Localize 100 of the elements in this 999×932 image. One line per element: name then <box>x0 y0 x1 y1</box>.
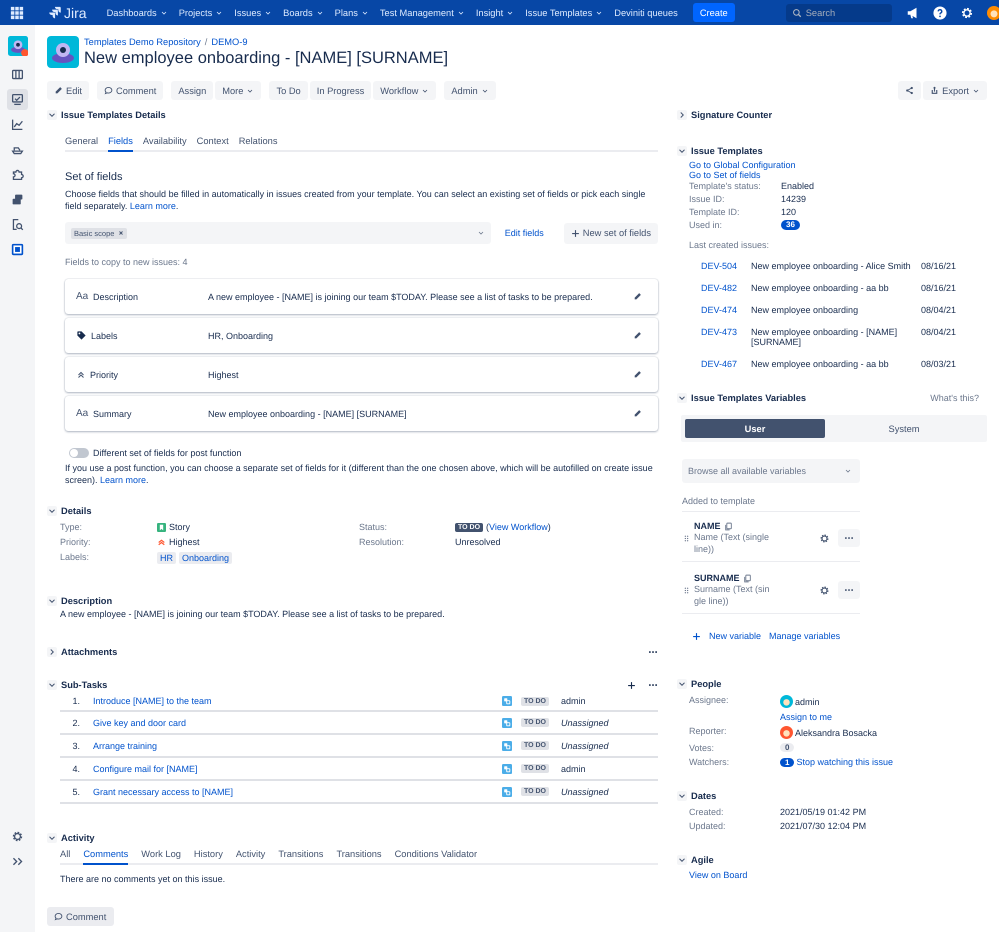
add-icon[interactable] <box>627 680 636 690</box>
variables-dropdown[interactable]: Browse all available variables <box>682 459 860 483</box>
learn-more-link[interactable]: Learn more <box>130 201 176 211</box>
configuration-link[interactable]: Go to Set of fields <box>689 170 987 180</box>
nav-menu[interactable]: Projects <box>178 8 224 18</box>
nav-menu[interactable]: Plans <box>334 8 369 18</box>
nav-menu[interactable]: Insight <box>476 8 514 18</box>
field-value: Highest <box>208 370 240 380</box>
edit-fields-link[interactable]: Edit fields <box>504 228 544 238</box>
toggle-switch[interactable] <box>69 448 89 458</box>
settings-icon[interactable] <box>960 6 974 20</box>
subtask-link[interactable]: Introduce [NAME] to the team <box>93 696 502 706</box>
breadcrumb-link[interactable]: DEMO-9 <box>211 37 248 47</box>
tab[interactable]: Activity <box>236 849 266 865</box>
tab[interactable]: Transitions <box>278 849 324 865</box>
avatar-icon[interactable] <box>986 6 999 20</box>
chevron-down-icon[interactable] <box>47 596 57 606</box>
new-variable-link[interactable]: New variable <box>709 631 762 641</box>
toolbar-button[interactable]: More <box>215 81 262 100</box>
issue-key-link[interactable]: DEV-504 <box>701 261 751 271</box>
nav-menu[interactable]: Deviniti queues <box>614 8 678 18</box>
settings-icon[interactable] <box>819 584 830 596</box>
tab[interactable]: User <box>685 419 825 438</box>
remove-icon[interactable] <box>118 230 124 236</box>
tab[interactable]: All <box>60 849 70 865</box>
tab[interactable]: Conditions Validator <box>394 849 478 865</box>
toolbar-button[interactable]: Export <box>923 81 987 100</box>
toolbar-button[interactable]: Assign <box>171 81 214 100</box>
new-set-button[interactable]: New set of fields <box>564 222 658 244</box>
chevron-down-icon[interactable] <box>47 110 57 120</box>
chevron-down-icon[interactable] <box>677 393 687 403</box>
copy-icon[interactable] <box>742 574 752 582</box>
chevron-down-icon[interactable] <box>47 833 57 843</box>
chevron-right-icon[interactable] <box>47 647 57 657</box>
subtask-link[interactable]: Grant necessary access to [NAME] <box>93 786 502 796</box>
view-workflow-link[interactable]: View Workflow <box>489 522 548 532</box>
toolbar-button[interactable]: In Progress <box>310 81 372 100</box>
tab[interactable]: System <box>825 419 983 438</box>
tab[interactable]: Relations <box>238 136 278 152</box>
caret-icon <box>456 8 465 16</box>
toolbar-button[interactable]: Admin <box>444 81 496 100</box>
chevron-down-icon[interactable] <box>47 680 57 690</box>
toolbar-button[interactable]: To Do <box>269 81 308 100</box>
monitor-icon[interactable] <box>7 89 28 110</box>
create-button[interactable]: Create <box>692 3 735 22</box>
assign-to-me-link[interactable]: Assign to me <box>780 712 987 722</box>
configuration-link[interactable]: Go to Global Configuration <box>689 160 987 170</box>
copy-icon[interactable] <box>724 522 732 530</box>
share-button[interactable] <box>898 81 922 100</box>
manage-variables-link[interactable]: Manage variables <box>769 631 840 641</box>
comment-button[interactable]: Comment <box>47 907 114 926</box>
app-switcher-icon[interactable] <box>10 6 24 20</box>
search-field[interactable]: Search <box>786 4 892 22</box>
label-chip[interactable]: Onboarding <box>179 552 232 564</box>
nav-menu[interactable]: Test Management <box>380 8 465 18</box>
nav-menu[interactable]: Dashboards <box>106 8 168 18</box>
settings-icon[interactable] <box>819 532 830 544</box>
nav-menu[interactable]: Issues <box>234 8 272 18</box>
chevron-down-icon[interactable] <box>677 855 687 865</box>
plus-icon[interactable] <box>692 632 701 640</box>
tab[interactable]: Fields <box>108 136 133 152</box>
project-avatar-icon[interactable] <box>47 36 79 68</box>
subtask-link[interactable]: Give key and door card <box>93 718 502 728</box>
edit-icon[interactable] <box>633 370 642 379</box>
tab[interactable]: History <box>194 849 223 865</box>
issue-key-link[interactable]: DEV-473 <box>701 327 751 347</box>
help-icon[interactable] <box>932 6 947 20</box>
nav-menu[interactable]: Boards <box>283 8 324 18</box>
chevron-down-icon[interactable] <box>47 506 57 516</box>
subtask-link[interactable]: Configure mail for [NAME] <box>93 764 502 774</box>
chevron-down-icon[interactable] <box>677 146 687 156</box>
tab[interactable]: Work Log <box>141 849 181 865</box>
subtask-link[interactable]: Arrange training <box>93 740 502 750</box>
issue-key-link[interactable]: DEV-467 <box>701 359 751 369</box>
tab[interactable]: Comments <box>83 849 128 865</box>
whats-this-link[interactable]: What's this? <box>930 393 979 403</box>
toolbar-button[interactable]: Edit <box>47 81 90 100</box>
tab[interactable]: Transitions <box>336 849 382 865</box>
chevron-down-icon[interactable] <box>677 791 687 801</box>
drag-handle-icon[interactable] <box>682 534 691 542</box>
edit-icon[interactable] <box>633 292 642 301</box>
chevron-down-icon[interactable] <box>677 679 687 689</box>
issue-key-link[interactable]: DEV-482 <box>701 283 751 293</box>
view-on-board-link[interactable]: View on Board <box>689 870 987 880</box>
toolbar-button[interactable]: Comment <box>97 81 164 100</box>
edit-icon[interactable] <box>633 409 642 418</box>
issue-key-link[interactable]: DEV-474 <box>701 305 751 315</box>
stop-watching-link[interactable]: Stop watching this issue <box>796 757 894 767</box>
learn-more-link[interactable]: Learn more <box>100 475 146 485</box>
drag-handle-icon[interactable] <box>682 586 691 594</box>
toolbar-button[interactable]: Workflow <box>373 81 436 100</box>
tab[interactable]: Availability <box>142 136 187 152</box>
breadcrumb-link[interactable]: Templates Demo Repository <box>84 37 201 47</box>
edit-icon[interactable] <box>633 331 642 340</box>
tab[interactable]: General <box>65 136 98 152</box>
logo-icon[interactable] <box>48 6 61 19</box>
chevron-right-icon[interactable] <box>677 110 687 120</box>
nav-menu[interactable]: Issue Templates <box>525 8 604 18</box>
label-chip[interactable]: HR <box>157 552 176 564</box>
tab[interactable]: Context <box>196 136 229 152</box>
